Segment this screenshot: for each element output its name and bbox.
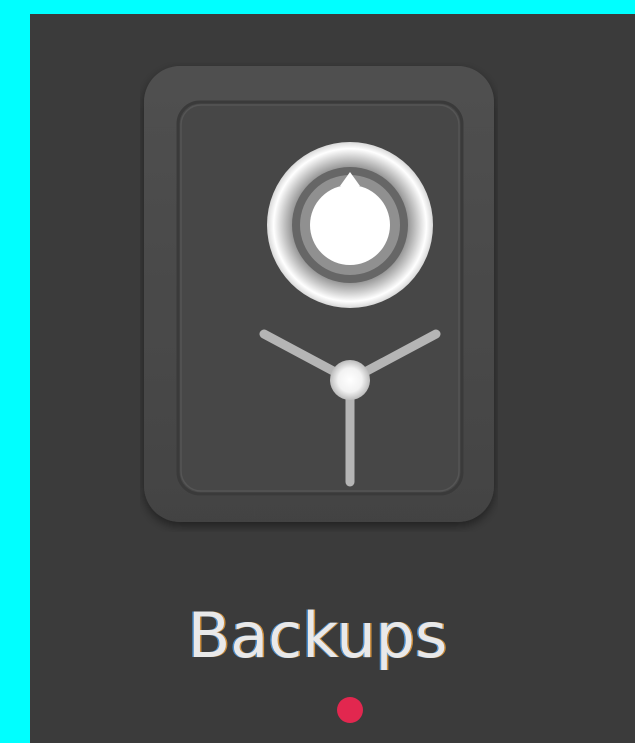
app-launcher-item-backups[interactable]	[140, 62, 498, 532]
app-label-backups: Backups	[187, 599, 448, 672]
safe-vault-icon	[144, 66, 494, 522]
running-indicator-dot	[337, 697, 363, 723]
